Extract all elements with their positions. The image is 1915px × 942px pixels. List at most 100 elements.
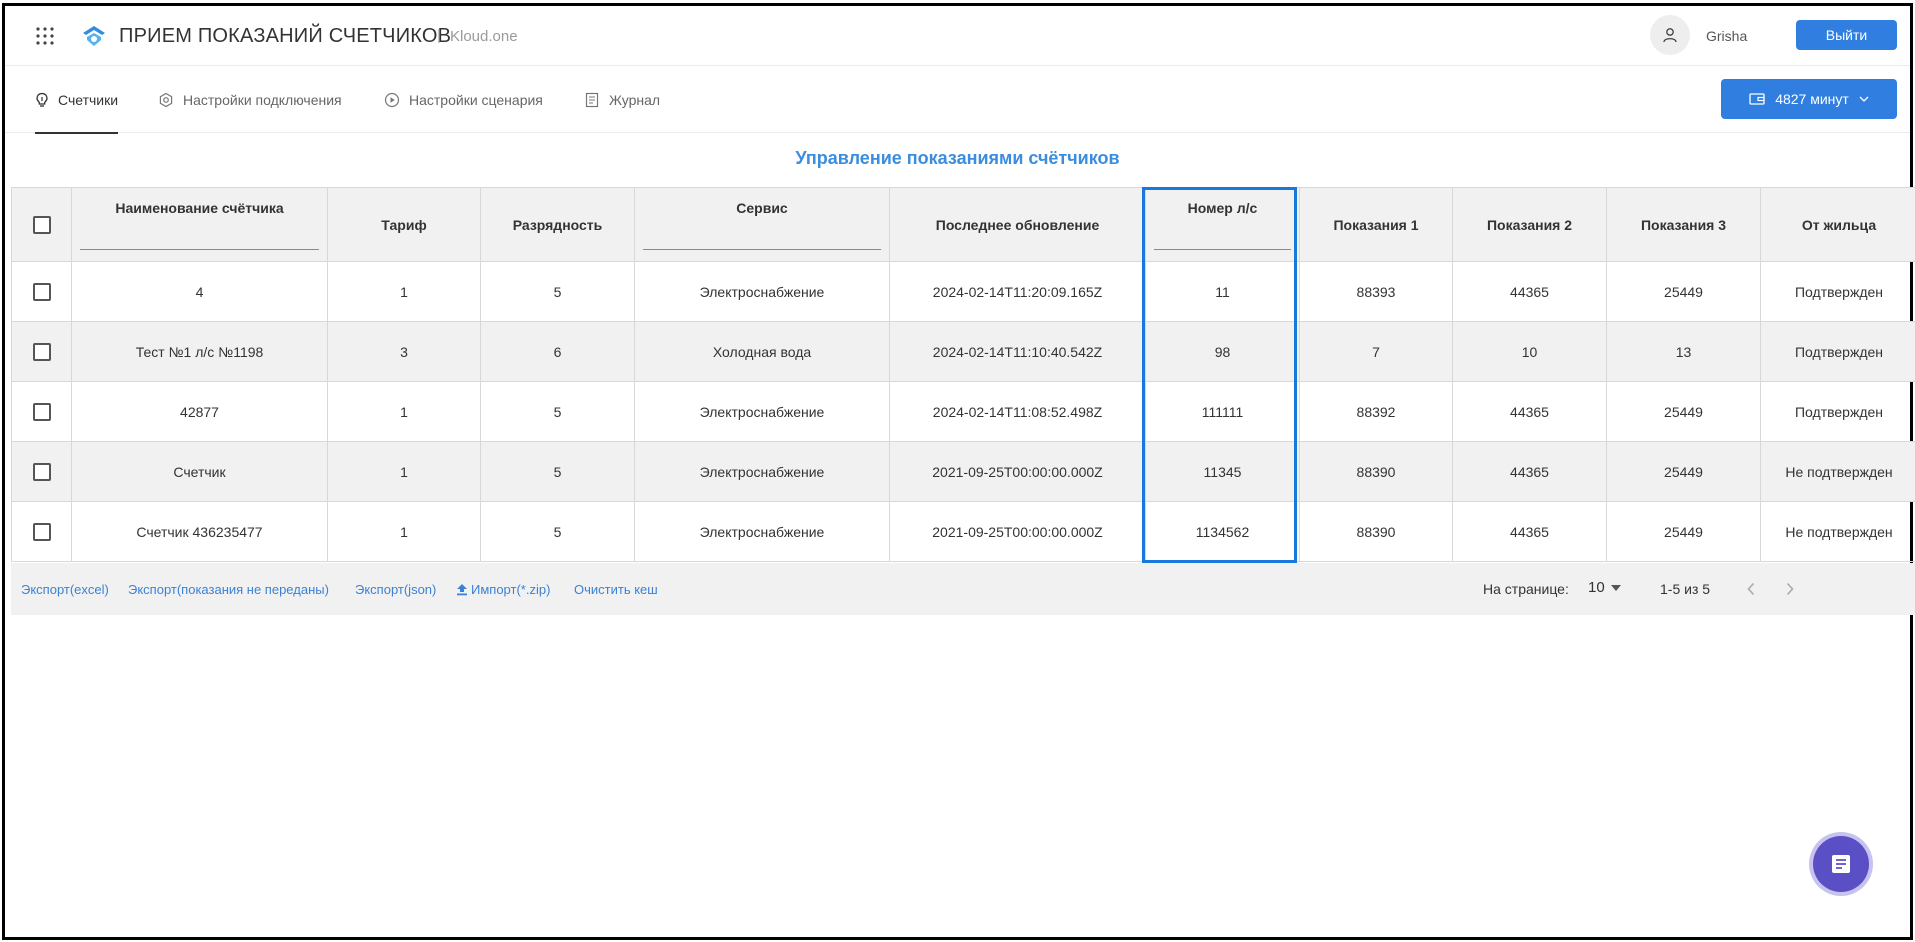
table-cell: Электроснабжение (634, 441, 890, 502)
table-cell: 11345 (1145, 441, 1300, 502)
prev-page-button[interactable] (1739, 577, 1763, 601)
table-cell: 7 (1299, 321, 1453, 382)
table-row[interactable]: Тест №1 л/с №1198 3 6 Холодная вода 2024… (11, 321, 1915, 382)
select-all-cell (11, 187, 72, 262)
brand-name: Kloud.one (450, 28, 518, 45)
table-row[interactable]: Счетчик 436235477 1 5 Электроснабжение 2… (11, 501, 1915, 562)
tab-scenario-settings-label: Настройки сценария (409, 92, 543, 108)
minutes-balance-label: 4827 минут (1775, 91, 1849, 107)
upload-icon (457, 584, 467, 596)
table-cell: 44365 (1452, 441, 1607, 502)
table-row[interactable]: 42877 1 5 Электроснабжение 2024-02-14T11… (11, 381, 1915, 442)
column-header-last-update[interactable]: Последнее обновление (889, 187, 1146, 262)
caret-down-icon (1610, 584, 1621, 591)
row-select-cell (11, 321, 72, 382)
row-select-cell (11, 441, 72, 502)
title-separator: | (437, 27, 441, 44)
column-header-digits[interactable]: Разрядность (480, 187, 635, 262)
row-checkbox[interactable] (32, 462, 51, 481)
play-circle-icon (384, 92, 400, 108)
pagination-range: 1-5 из 5 (1660, 581, 1711, 597)
column-header-reading-2[interactable]: Показания 2 (1452, 187, 1607, 262)
apps-grid-icon[interactable] (35, 26, 55, 46)
export-not-sent-link[interactable]: Экспорт(показания не переданы) (128, 582, 329, 597)
logo-icon (83, 26, 105, 46)
next-page-button[interactable] (1778, 577, 1802, 601)
tab-scenario-settings[interactable]: Настройки сценария (384, 67, 543, 133)
column-header-meter-name[interactable]: Наименование счётчика (71, 187, 328, 262)
export-excel-link[interactable]: Экспорт(excel) (21, 582, 109, 597)
row-checkbox[interactable] (32, 342, 51, 361)
table-cell: Счетчик (71, 441, 328, 502)
table-cell: 11 (1145, 261, 1300, 322)
column-header-tariff[interactable]: Тариф (327, 187, 481, 262)
row-checkbox[interactable] (32, 282, 51, 301)
tab-meters[interactable]: Счетчики (35, 67, 119, 134)
table-cell: 25449 (1606, 381, 1761, 442)
table-cell: 88390 (1299, 441, 1453, 502)
table-row[interactable]: 4 1 5 Электроснабжение 2024-02-14T11:20:… (11, 261, 1915, 322)
column-header-from-tenant[interactable]: От жильца (1760, 187, 1915, 262)
per-page-select[interactable]: 10 (1588, 579, 1621, 596)
column-filter-input[interactable] (1154, 249, 1291, 250)
table-cell: Счетчик 436235477 (71, 501, 328, 562)
row-checkbox[interactable] (32, 522, 51, 541)
column-label: Номер л/с (1187, 200, 1258, 216)
table-cell: 2021-09-25T00:00:00.000Z (889, 501, 1146, 562)
minutes-balance-button[interactable]: 4827 минут (1721, 79, 1897, 119)
table-row[interactable]: Счетчик 1 5 Электроснабжение 2021-09-25T… (11, 441, 1915, 502)
column-filter-input[interactable] (80, 249, 319, 250)
table-cell: 5 (480, 261, 635, 322)
tab-connection-settings[interactable]: Настройки подключения (158, 67, 342, 133)
chevron-left-icon (1747, 582, 1755, 596)
table-cell: 1 (327, 501, 481, 562)
column-header-reading-1[interactable]: Показания 1 (1299, 187, 1453, 262)
table-cell: Не подтвержден (1760, 441, 1915, 502)
tab-meters-label: Счетчики (58, 92, 119, 108)
table-cell: 5 (480, 381, 635, 442)
table-cell: 88392 (1299, 381, 1453, 442)
table-cell: Тест №1 л/с №1198 (71, 321, 328, 382)
column-filter-input[interactable] (643, 249, 881, 250)
table-footer: Экспорт(excel) Экспорт(показания не пере… (11, 563, 1915, 615)
meters-table: Наименование счётчика Тариф Разрядность … (11, 187, 1915, 562)
fab-inner (1813, 836, 1869, 892)
table-cell: 44365 (1452, 381, 1607, 442)
column-header-reading-3[interactable]: Показания 3 (1606, 187, 1761, 262)
row-checkbox[interactable] (32, 402, 51, 421)
table-cell: 6 (480, 321, 635, 382)
avatar[interactable] (1650, 15, 1690, 55)
table-cell: 44365 (1452, 261, 1607, 322)
notes-icon (1832, 855, 1850, 873)
table-cell: 44365 (1452, 501, 1607, 562)
table-header-row: Наименование счётчика Тариф Разрядность … (11, 187, 1915, 262)
import-zip-link[interactable]: Импорт(*.zip) (456, 582, 550, 597)
per-page-label: На странице: (1483, 581, 1569, 597)
app-title: ПРИЕМ ПОКАЗАНИЙ СЧЕТЧИКОВ (119, 25, 452, 47)
table-cell: 88393 (1299, 261, 1453, 322)
tab-bar: Счетчики Настройки подключения Настройки… (5, 67, 1910, 134)
clear-cache-link[interactable]: Очистить кеш (574, 582, 658, 597)
select-all-checkbox[interactable] (32, 215, 51, 234)
per-page-value: 10 (1588, 579, 1605, 596)
table-cell: 2024-02-14T11:08:52.498Z (889, 381, 1146, 442)
table-cell: 2024-02-14T11:20:09.165Z (889, 261, 1146, 322)
meters-table-wrapper: Наименование счётчика Тариф Разрядность … (11, 187, 1915, 562)
table-cell: 1 (327, 381, 481, 442)
hexagon-settings-icon (159, 92, 173, 108)
export-json-link[interactable]: Экспорт(json) (355, 582, 436, 597)
notes-fab-button[interactable] (1809, 832, 1873, 896)
table-cell: 2024-02-14T11:10:40.542Z (889, 321, 1146, 382)
app-header: ПРИЕМ ПОКАЗАНИЙ СЧЕТЧИКОВ | Kloud.one Gr… (5, 6, 1910, 66)
table-cell: 25449 (1606, 441, 1761, 502)
table-cell: Электроснабжение (634, 501, 890, 562)
table-cell: 42877 (71, 381, 328, 442)
table-cell: 4 (71, 261, 328, 322)
column-header-account-number[interactable]: Номер л/с (1145, 187, 1300, 262)
logout-button[interactable]: Выйти (1796, 20, 1897, 50)
column-label: Сервис (736, 200, 788, 216)
page-title: Управление показаниями счётчиков (795, 148, 1120, 168)
column-header-service[interactable]: Сервис (634, 187, 890, 262)
journal-icon (585, 92, 599, 108)
tab-journal[interactable]: Журнал (584, 67, 660, 133)
